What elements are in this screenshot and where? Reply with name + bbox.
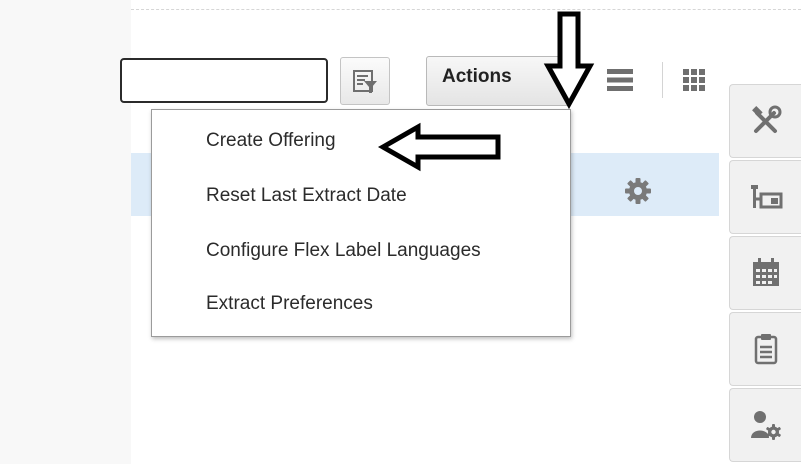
rail-button-clipboard[interactable] [729, 312, 801, 386]
menu-item-create-offering[interactable]: Create Offering [206, 129, 336, 153]
view-toggle-divider [662, 62, 663, 98]
list-view-icon[interactable] [606, 67, 634, 93]
grid-view-icon[interactable] [681, 67, 707, 93]
hierarchy-icon [750, 185, 782, 209]
menu-item-reset-last-extract-date[interactable]: Reset Last Extract Date [206, 184, 407, 208]
gear-icon[interactable] [624, 177, 652, 205]
side-panel-rail [729, 84, 801, 464]
clipboard-icon [754, 334, 777, 365]
user-settings-icon [750, 411, 781, 440]
rail-button-user-settings[interactable] [729, 388, 801, 462]
annotation-down-arrow [543, 11, 595, 110]
tools-icon [751, 105, 781, 133]
left-gutter [0, 0, 131, 464]
search-input[interactable] [120, 58, 328, 103]
rail-button-tools[interactable] [729, 84, 801, 158]
top-divider [131, 9, 801, 10]
menu-item-configure-flex-label-languages[interactable]: Configure Flex Label Languages [206, 239, 481, 263]
rail-button-calendar[interactable] [729, 236, 801, 310]
actions-button-label: Actions [442, 66, 512, 87]
rail-button-hierarchy[interactable] [729, 160, 801, 234]
calendar-icon [752, 258, 779, 286]
actions-menu: Create Offering Reset Last Extract Date … [151, 109, 571, 337]
annotation-left-arrow [377, 122, 501, 172]
filter-list-icon [353, 70, 377, 93]
menu-item-extract-preferences[interactable]: Extract Preferences [206, 292, 373, 316]
filter-button[interactable] [340, 57, 390, 105]
